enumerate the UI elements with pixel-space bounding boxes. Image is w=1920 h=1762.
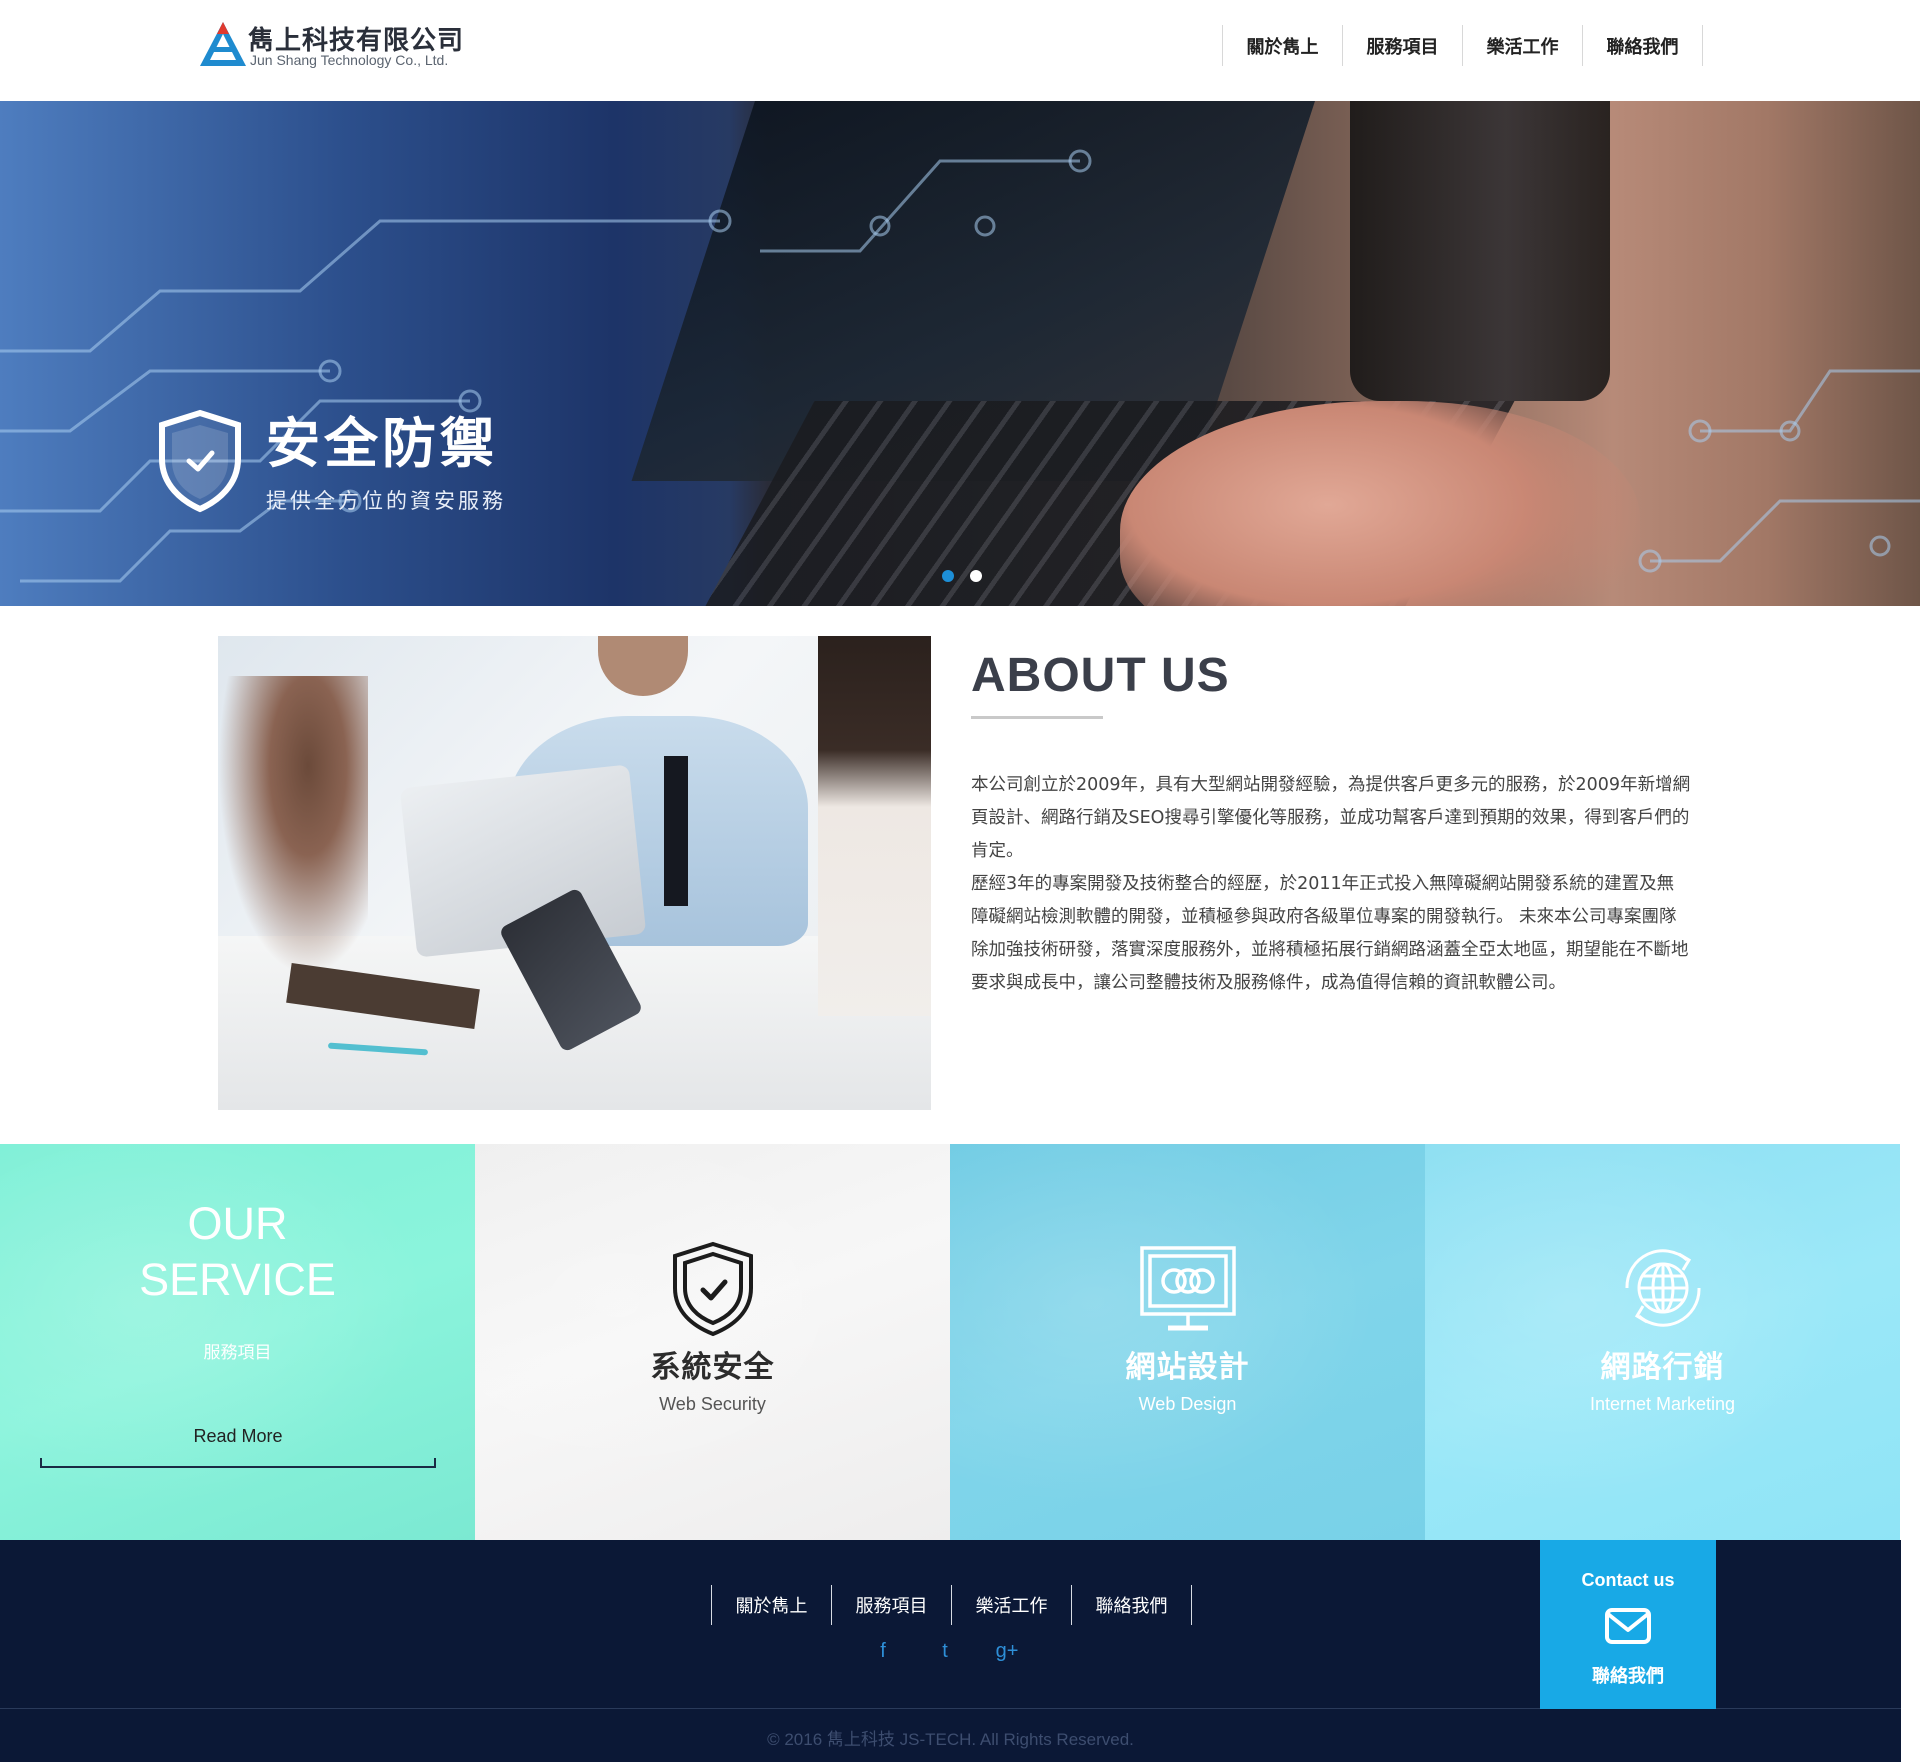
footer-nav-item-about[interactable]: 關於雋上 [712, 1585, 832, 1625]
mail-icon [1605, 1608, 1651, 1644]
monitor-icon [1140, 1246, 1236, 1331]
service-card-security[interactable]: 系統安全 Web Security [475, 1144, 950, 1540]
copyright: © 2016 雋上科技 JS-TECH. All Rights Reserved… [767, 1730, 1134, 1749]
service-subtitle: Web Security [659, 1394, 766, 1414]
about-title: ABOUT US [971, 649, 1230, 702]
nav-item-contact[interactable]: 聯絡我們 [1583, 25, 1703, 66]
about-photo [218, 636, 931, 1110]
service-subtitle: Internet Marketing [1589, 1394, 1736, 1414]
about-body: 本公司創立於2009年，具有大型網站開發經驗，為提供客戶更多元的服務，於2009… [971, 769, 1691, 1000]
read-more-button[interactable]: Read More [40, 1426, 436, 1452]
google-plus-icon[interactable]: g+ [996, 1640, 1019, 1662]
service-card-design[interactable]: 網站設計 Web Design [950, 1144, 1425, 1540]
about-title-underline [971, 716, 1103, 719]
logo-mark-icon [200, 22, 246, 66]
shield-check-icon [673, 1241, 753, 1337]
shield-check-icon [159, 409, 241, 513]
about-paragraph: 本公司創立於2009年，具有大型網站開發經驗，為提供客戶更多元的服務，於2009… [971, 775, 1691, 861]
footer-nav-item-work[interactable]: 樂活工作 [952, 1585, 1072, 1625]
nav-item-about[interactable]: 關於雋上 [1223, 25, 1343, 66]
services-heading-line2: SERVICE [139, 1254, 336, 1305]
main-nav: 關於雋上 服務項目 樂活工作 聯絡我們 [1222, 25, 1703, 66]
about-paragraph: 歷經3年的專案開發及技術整合的經歷，於2011年正式投入無障礙網站開發系統的建置… [971, 874, 1689, 993]
service-title: 網路行銷 [1600, 1350, 1725, 1385]
about-photo-tie [664, 756, 688, 906]
contact-us-button[interactable]: Contact us 聯絡我們 [1540, 1540, 1716, 1709]
service-card-marketing[interactable]: 網路行銷 Internet Marketing [1425, 1144, 1900, 1540]
hero-subtitle: 提供全方位的資安服務 [266, 489, 506, 513]
site-footer: 關於雋上 服務項目 樂活工作 聯絡我們 f t g+ © 2016 雋上科技 J… [0, 1540, 1901, 1762]
slider-dot-1[interactable] [942, 570, 954, 582]
footer-nav-item-contact[interactable]: 聯絡我們 [1072, 1585, 1192, 1625]
service-title: 網站設計 [1125, 1350, 1250, 1385]
footer-nav-item-services[interactable]: 服務項目 [832, 1585, 952, 1625]
footer-nav: 關於雋上 服務項目 樂活工作 聯絡我們 [711, 1585, 1192, 1625]
facebook-icon[interactable]: f [872, 1640, 894, 1662]
services-section: OUR SERVICE 服務項目 Read More 系統安全 Web Secu… [0, 1144, 1901, 1540]
service-title: 系統安全 [650, 1350, 775, 1385]
slider-pagination [942, 570, 982, 582]
page-gutter [1901, 1144, 1920, 1762]
about-photo-person [598, 636, 688, 696]
read-more-underline [40, 1458, 436, 1468]
nav-item-work[interactable]: 樂活工作 [1463, 25, 1583, 66]
services-heading-line1: OUR [187, 1198, 288, 1249]
about-photo-person [818, 636, 931, 1016]
globe-icon [1625, 1249, 1701, 1327]
contact-us-label: Contact us [1581, 1570, 1675, 1590]
about-photo-person [218, 676, 368, 976]
site-logo[interactable]: 雋上科技有限公司 Jun Shang Technology Co., Ltd. [198, 18, 463, 74]
services-heading: OUR SERVICE [0, 1196, 475, 1308]
circuit-lines-decoration [0, 149, 1920, 583]
twitter-icon[interactable]: t [934, 1640, 956, 1662]
service-subtitle: Web Design [1138, 1394, 1237, 1414]
social-links: f t g+ [872, 1640, 1018, 1662]
site-header: 雋上科技有限公司 Jun Shang Technology Co., Ltd. … [0, 0, 1920, 101]
nav-item-services[interactable]: 服務項目 [1343, 25, 1463, 66]
contact-us-label-cn: 聯絡我們 [1592, 1666, 1664, 1687]
services-subheading: 服務項目 [203, 1343, 272, 1363]
slider-dot-2[interactable] [970, 570, 982, 582]
logo-company-name-en: Jun Shang Technology Co., Ltd. [250, 52, 449, 68]
hero-slider: 安全防禦 提供全方位的資安服務 [0, 101, 1920, 606]
hero-title: 安全防禦 [266, 412, 498, 475]
service-intro-panel: OUR SERVICE 服務項目 Read More [0, 1144, 475, 1540]
